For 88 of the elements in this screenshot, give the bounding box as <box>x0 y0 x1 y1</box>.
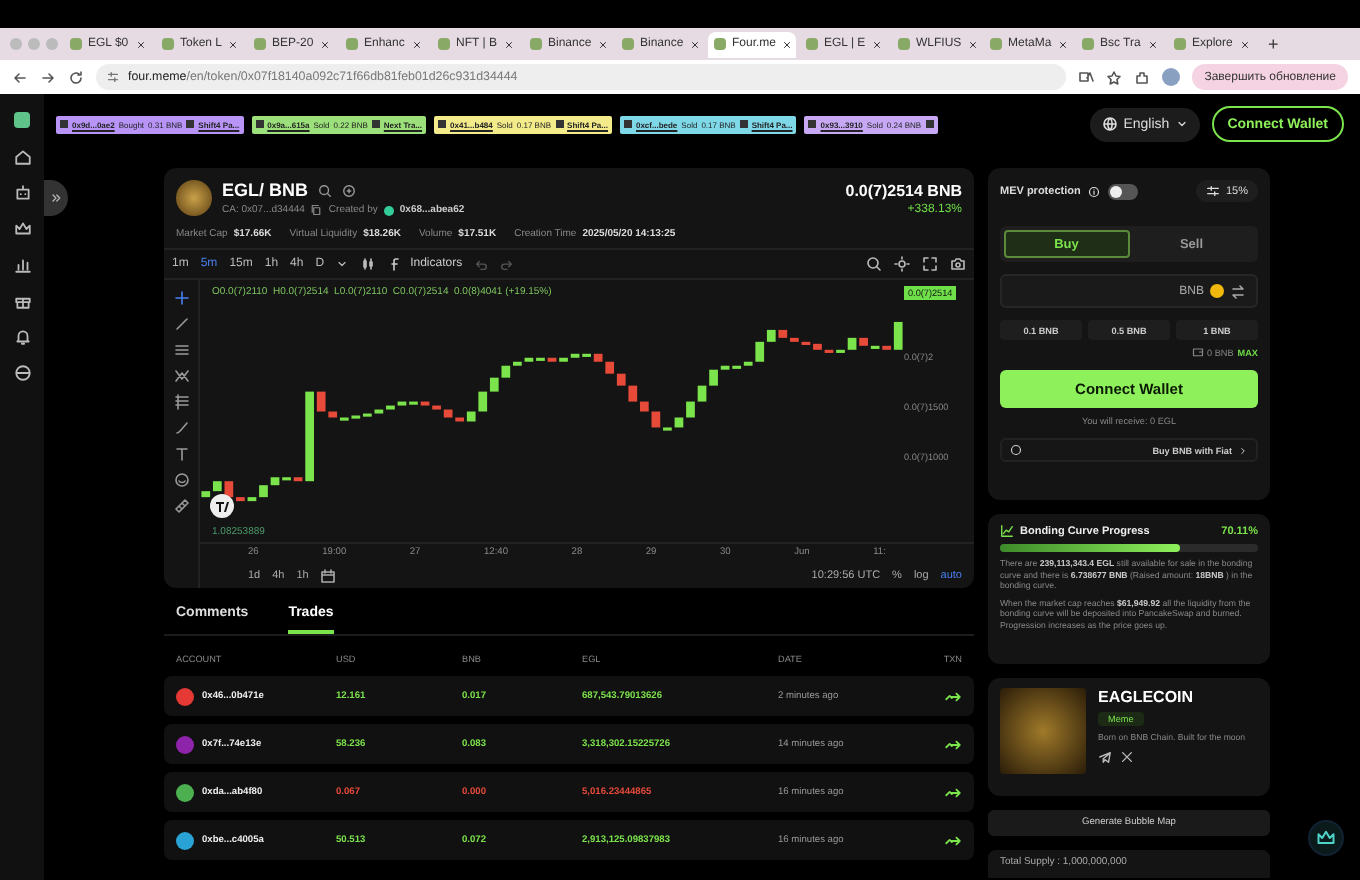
camera-icon[interactable] <box>950 256 966 272</box>
calendar-icon[interactable] <box>320 567 337 583</box>
brush-icon[interactable] <box>173 420 189 436</box>
gift-icon[interactable] <box>13 292 31 310</box>
chevron-icon <box>50 192 62 204</box>
extensions-icon[interactable] <box>1134 69 1151 85</box>
wallet-icon <box>1191 346 1203 358</box>
creator-avatar <box>383 205 394 215</box>
close-icon <box>689 39 700 49</box>
caret-icon[interactable] <box>336 258 349 270</box>
site-info-icon <box>106 70 120 84</box>
star-icon[interactable] <box>1106 69 1123 85</box>
coin-image-placeholder <box>1000 688 1086 774</box>
close-icon <box>1057 39 1068 49</box>
undo-icon[interactable] <box>474 257 489 271</box>
emoji-icon[interactable] <box>173 472 189 488</box>
crown-icon <box>1316 828 1336 848</box>
search-icon[interactable] <box>318 183 333 197</box>
fullscreen-icon[interactable] <box>922 256 938 272</box>
token-icon <box>186 120 195 128</box>
close-icon <box>782 39 793 49</box>
crown-icon[interactable] <box>13 220 31 238</box>
coin-name: EAGLECOIN <box>1098 688 1196 706</box>
text-icon[interactable] <box>173 446 189 462</box>
mev-toggle[interactable] <box>1108 183 1139 199</box>
close-icon <box>872 39 882 49</box>
token-icon <box>438 120 447 128</box>
target-icon[interactable] <box>342 183 357 197</box>
token-icon <box>255 120 264 128</box>
close-icon <box>504 39 514 49</box>
expand-sidebar-button[interactable] <box>44 180 68 216</box>
settings-icon[interactable] <box>894 256 910 272</box>
ruler-icon[interactable] <box>173 498 189 514</box>
close-icon <box>1148 39 1158 49</box>
chevron-icon <box>1238 445 1248 455</box>
close-icon <box>1240 39 1250 49</box>
caret-icon <box>1175 118 1188 130</box>
x-icon[interactable] <box>1120 749 1134 764</box>
swap-icon[interactable] <box>1230 283 1246 299</box>
token-icon <box>371 120 380 128</box>
trend-line-icon[interactable] <box>173 316 189 332</box>
close-icon <box>228 39 239 49</box>
close-icon <box>136 39 146 49</box>
redo-icon[interactable] <box>500 257 515 271</box>
logo-icon[interactable] <box>12 110 32 130</box>
candles-icon[interactable] <box>360 256 377 272</box>
back-icon[interactable] <box>12 69 28 85</box>
transaction-link-icon[interactable] <box>944 687 962 705</box>
globe-icon <box>1101 116 1118 132</box>
close-icon <box>320 39 330 49</box>
copy-icon[interactable] <box>310 204 323 216</box>
token-pair: EGL/ BNB <box>222 180 309 200</box>
tradingview-logo-icon[interactable] <box>210 494 234 518</box>
new-tab-button[interactable]: + <box>1260 34 1287 54</box>
profile-avatar[interactable] <box>1162 68 1181 86</box>
transaction-link-icon[interactable] <box>944 783 962 801</box>
info-icon <box>1088 185 1101 197</box>
close-icon <box>412 39 422 49</box>
function-icon <box>388 256 405 272</box>
help-icon[interactable] <box>13 364 31 382</box>
zoom-icon[interactable] <box>866 256 882 272</box>
fib-icon[interactable] <box>173 394 189 410</box>
token-price: 0.0(7)2514 BNB <box>845 181 962 199</box>
close-icon <box>597 39 608 49</box>
horizontal-lines-icon[interactable] <box>173 342 189 358</box>
robot-icon[interactable] <box>13 184 31 202</box>
home-icon[interactable] <box>13 148 31 166</box>
token-icon <box>808 120 817 128</box>
coin-icon <box>1210 284 1224 298</box>
crosshair-icon[interactable] <box>173 290 189 306</box>
forward-icon[interactable] <box>40 69 56 85</box>
token-icon <box>555 120 564 128</box>
reload-icon[interactable] <box>68 69 84 85</box>
telegram-icon[interactable] <box>1098 749 1112 764</box>
chart-icon[interactable] <box>13 256 31 274</box>
transaction-link-icon[interactable] <box>944 831 962 849</box>
bell-icon[interactable] <box>13 328 31 346</box>
token-logo <box>176 180 212 216</box>
chart-icon <box>1000 524 1014 538</box>
token-icon <box>925 120 934 128</box>
assistant-button[interactable] <box>1308 820 1344 856</box>
token-icon <box>623 120 632 128</box>
sliders-icon <box>1205 184 1220 198</box>
close-icon <box>967 39 978 49</box>
token-icon <box>60 120 68 128</box>
pattern-icon[interactable] <box>173 368 189 384</box>
token-icon <box>739 120 748 128</box>
transaction-link-icon[interactable] <box>944 735 962 753</box>
